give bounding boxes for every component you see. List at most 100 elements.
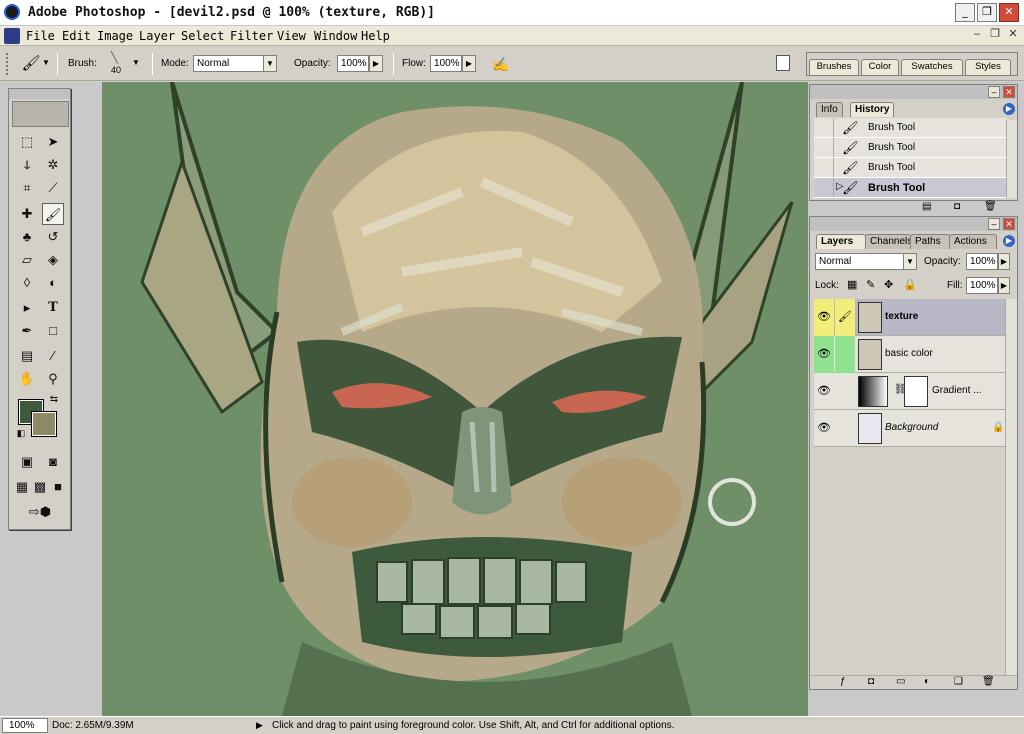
new-snapshot-icon[interactable]: ◘ bbox=[954, 201, 960, 212]
file-browser-icon[interactable] bbox=[776, 55, 790, 71]
opacity-slider-arrow-icon[interactable]: ▶ bbox=[369, 55, 383, 72]
crop-tool-icon[interactable]: ⌗ bbox=[16, 177, 38, 199]
options-grip[interactable] bbox=[6, 53, 14, 75]
history-panel-menu-icon[interactable]: ▶ bbox=[1003, 103, 1015, 115]
zoom-tool-icon[interactable]: ⚲ bbox=[42, 368, 64, 390]
menu-edit[interactable]: Edit bbox=[62, 29, 91, 43]
well-tab-color[interactable]: Color bbox=[861, 59, 899, 75]
menu-layer[interactable]: Layer bbox=[139, 29, 175, 43]
jump-to-imageready-icon[interactable]: ⇨⬢ bbox=[16, 501, 64, 523]
tab-layers[interactable]: Layers bbox=[816, 234, 866, 249]
type-tool-icon[interactable]: T bbox=[42, 297, 64, 319]
brush-dropdown-arrow-icon[interactable]: ▼ bbox=[132, 58, 140, 67]
brush-picker[interactable]: ╲ 40 bbox=[104, 51, 130, 77]
clone-stamp-tool-icon[interactable]: ♣ bbox=[16, 226, 38, 248]
path-selection-tool-icon[interactable]: ▸ bbox=[16, 297, 38, 319]
standard-mode-icon[interactable]: ▣ bbox=[16, 451, 38, 473]
doc-restore-icon[interactable]: ❐ bbox=[987, 28, 1003, 42]
status-arrow-icon[interactable]: ▶ bbox=[256, 720, 263, 731]
layer-style-icon[interactable]: ƒ bbox=[840, 676, 846, 687]
layers-panel-title-bar[interactable] bbox=[810, 217, 1017, 231]
background-color-swatch[interactable] bbox=[31, 411, 57, 437]
document-canvas[interactable] bbox=[102, 82, 808, 716]
lasso-tool-icon[interactable]: ↆ bbox=[16, 154, 38, 176]
brush-tool-preset-icon[interactable]: 🖌 bbox=[20, 53, 42, 75]
add-mask-icon[interactable]: ◘ bbox=[868, 676, 874, 687]
close-button[interactable]: ✕ bbox=[999, 3, 1019, 22]
history-state[interactable]: 🖌 Brush Tool bbox=[814, 118, 1007, 138]
brush-tool-icon[interactable]: 🖌 bbox=[42, 203, 64, 225]
blur-tool-icon[interactable]: ◊ bbox=[16, 272, 38, 294]
history-panel-title-bar[interactable] bbox=[810, 85, 1017, 99]
layer-row-basic-color[interactable]: 👁 basic color bbox=[814, 336, 1005, 373]
layers-panel-menu-icon[interactable]: ▶ bbox=[1003, 235, 1015, 247]
history-state[interactable]: 🖌 Brush Tool bbox=[814, 158, 1007, 178]
layers-minimize-icon[interactable]: – bbox=[988, 218, 1000, 230]
healing-brush-tool-icon[interactable]: ✚ bbox=[16, 203, 38, 225]
menu-file[interactable]: File bbox=[26, 29, 55, 43]
eye-visibility-icon[interactable]: 👁 bbox=[814, 373, 834, 410]
flow-slider-arrow-icon[interactable]: ▶ bbox=[462, 55, 476, 72]
eye-visibility-icon[interactable]: 👁 bbox=[814, 336, 834, 373]
layer-row-gradient[interactable]: 👁 ⛓ Gradient ... bbox=[814, 373, 1005, 410]
mode-select[interactable]: Normal bbox=[193, 55, 265, 72]
history-source-cell[interactable] bbox=[814, 138, 834, 157]
magic-wand-tool-icon[interactable]: ✲ bbox=[42, 154, 64, 176]
menu-image[interactable]: Image bbox=[97, 29, 133, 43]
history-brush-tool-icon[interactable]: ↺ bbox=[42, 226, 64, 248]
notes-tool-icon[interactable]: ▤ bbox=[16, 345, 38, 367]
history-source-cell[interactable]: ▷ bbox=[814, 178, 844, 197]
hand-tool-icon[interactable]: ✋ bbox=[16, 368, 38, 390]
delete-layer-icon[interactable]: 🗑 bbox=[982, 676, 995, 687]
toolbox-title-bar[interactable] bbox=[9, 89, 70, 99]
lock-position-icon[interactable]: ✥ bbox=[884, 278, 893, 291]
history-state[interactable]: 🖌 Brush Tool bbox=[814, 138, 1007, 158]
eye-visibility-icon[interactable]: 👁 bbox=[814, 299, 834, 336]
screen-mode-full-icon[interactable]: ■ bbox=[49, 476, 67, 498]
tab-paths[interactable]: Paths bbox=[910, 234, 950, 249]
layer-blend-mode-select[interactable]: Normal bbox=[815, 253, 905, 270]
airbrush-toggle-icon[interactable]: ✍ bbox=[490, 54, 512, 74]
link-cell[interactable] bbox=[835, 336, 855, 373]
paint-bucket-tool-icon[interactable]: ◈ bbox=[42, 249, 64, 271]
link-cell[interactable] bbox=[835, 410, 855, 447]
history-scrollbar[interactable] bbox=[1006, 120, 1017, 198]
history-source-cell[interactable] bbox=[814, 118, 834, 137]
well-tab-styles[interactable]: Styles bbox=[965, 59, 1011, 75]
new-document-from-state-icon[interactable]: ▤ bbox=[922, 201, 931, 212]
screen-mode-standard-icon[interactable]: ▦ bbox=[13, 476, 31, 498]
marquee-tool-icon[interactable]: ⬚ bbox=[16, 131, 38, 153]
delete-state-icon[interactable]: 🗑 bbox=[984, 201, 997, 212]
link-cell[interactable] bbox=[835, 373, 855, 410]
lock-image-icon[interactable]: ✎ bbox=[866, 278, 875, 291]
tab-info[interactable]: Info bbox=[816, 102, 843, 117]
menu-help[interactable]: Help bbox=[361, 29, 390, 43]
layer-opacity-input[interactable]: 100% bbox=[966, 253, 998, 270]
layer-row-background[interactable]: 👁 Background 🔒 bbox=[814, 410, 1005, 447]
menu-select[interactable]: Select bbox=[181, 29, 224, 43]
history-close-icon[interactable]: ✕ bbox=[1003, 86, 1015, 98]
menu-filter[interactable]: Filter bbox=[230, 29, 273, 43]
slice-tool-icon[interactable]: ⟋ bbox=[42, 177, 64, 199]
swap-colors-icon[interactable]: ⇆ bbox=[47, 393, 61, 407]
tab-history[interactable]: History bbox=[850, 102, 895, 117]
well-tab-swatches[interactable]: Swatches bbox=[901, 59, 963, 75]
maximize-button[interactable]: ❐ bbox=[977, 3, 997, 22]
brush-link-icon[interactable]: 🖌 bbox=[835, 299, 855, 336]
quick-mask-mode-icon[interactable]: ◙ bbox=[42, 451, 64, 473]
blend-mode-dropdown-arrow-icon[interactable]: ▼ bbox=[903, 253, 917, 270]
flow-input[interactable]: 100% bbox=[430, 55, 462, 72]
eyedropper-tool-icon[interactable]: ⁄ bbox=[42, 345, 64, 367]
opacity-input[interactable]: 100% bbox=[337, 55, 369, 72]
tab-actions[interactable]: Actions bbox=[949, 234, 997, 249]
eye-visibility-icon[interactable]: 👁 bbox=[814, 410, 834, 447]
layers-close-icon[interactable]: ✕ bbox=[1003, 218, 1015, 230]
adobe-online-logo-icon[interactable] bbox=[12, 101, 69, 127]
screen-mode-menubar-icon[interactable]: ▩ bbox=[31, 476, 49, 498]
dodge-tool-icon[interactable]: ◐ bbox=[42, 272, 64, 294]
photoshop-app-icon[interactable] bbox=[4, 4, 20, 20]
document-size[interactable]: Doc: 2.65M/9.39M bbox=[52, 720, 134, 731]
zoom-input[interactable]: 100% bbox=[2, 718, 48, 733]
doc-minimize-icon[interactable]: – bbox=[969, 28, 985, 42]
layers-scrollbar[interactable] bbox=[1005, 299, 1017, 675]
